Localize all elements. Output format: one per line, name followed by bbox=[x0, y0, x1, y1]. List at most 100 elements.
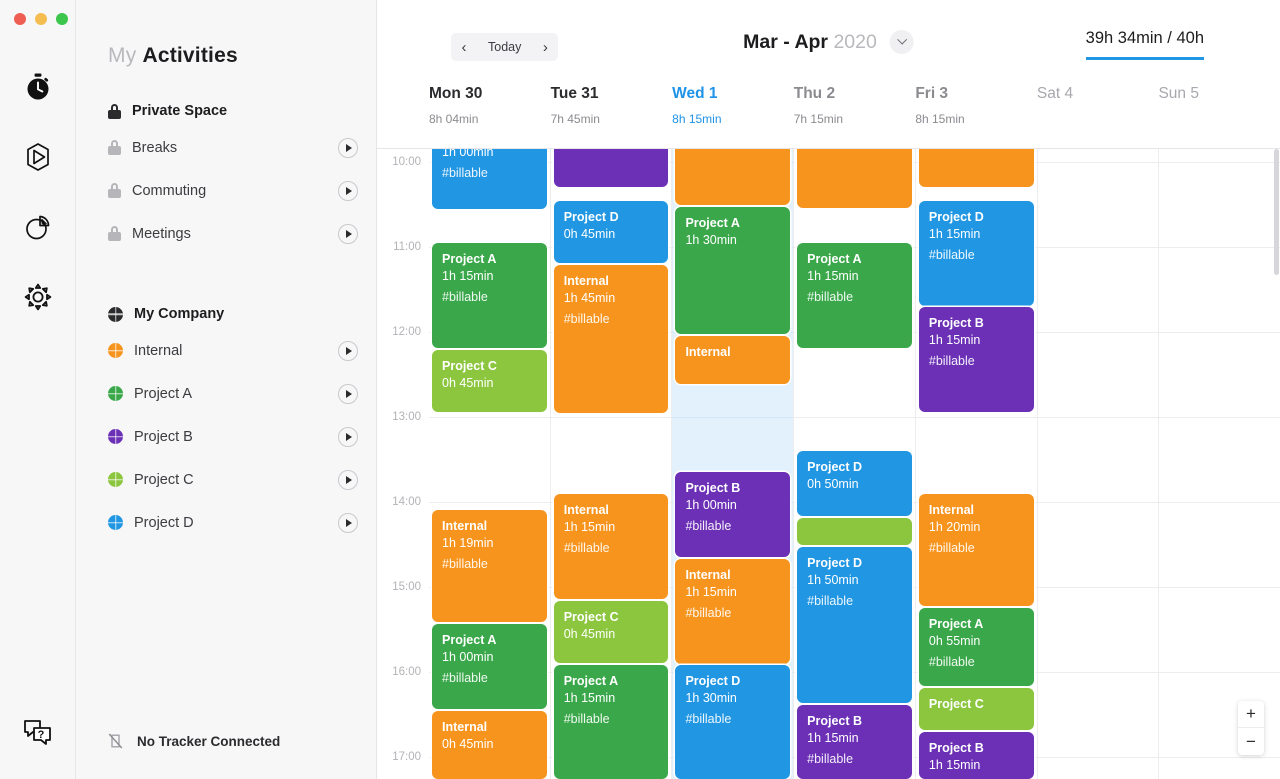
chevron-down-icon[interactable] bbox=[889, 30, 914, 54]
sidebar-item-meetings[interactable]: Meetings bbox=[76, 212, 376, 255]
sidebar-item-label: Project A bbox=[134, 385, 193, 402]
play-icon[interactable] bbox=[338, 383, 358, 404]
sidebar-group-private-space[interactable]: Private Space bbox=[76, 96, 376, 126]
play-icon[interactable] bbox=[338, 340, 358, 361]
calendar-event[interactable]: Internal 1h 15min #billable bbox=[675, 559, 791, 664]
calendar-event[interactable]: Project A 1h 15min #billable bbox=[553, 665, 669, 779]
calendar-event[interactable]: Project B 1h 15min #billable bbox=[918, 307, 1034, 412]
day-column-tue-31[interactable]: Project D 0h 45min Internal 1h 45min #billab… bbox=[550, 149, 673, 779]
event-tag: #billable bbox=[685, 519, 732, 533]
vertical-scrollbar[interactable] bbox=[1274, 149, 1279, 275]
calendar-event[interactable]: Project C 0h 45min bbox=[553, 601, 669, 663]
event-title: Project A bbox=[442, 252, 497, 266]
time-tick: 14:00 bbox=[392, 496, 421, 508]
time-tick: 13:00 bbox=[392, 411, 421, 423]
today-button[interactable]: Today bbox=[477, 33, 532, 61]
calendar-event[interactable]: Project C 0h 45min bbox=[432, 350, 547, 412]
calendar-event[interactable]: Project B 1h 15min bbox=[918, 732, 1034, 779]
sidebar-item-internal[interactable]: Internal bbox=[76, 329, 376, 372]
day-column-sat-4[interactable] bbox=[1037, 149, 1160, 779]
day-column-thu-2[interactable]: Project A 1h 15min #billable Project D 0h 50… bbox=[794, 149, 916, 779]
calendar-event[interactable]: Internal 1h 20min #billable bbox=[918, 494, 1034, 606]
calendar-event[interactable]: #billable bbox=[675, 149, 791, 205]
zoom-in-button[interactable]: + bbox=[1238, 701, 1264, 728]
next-week-button[interactable]: › bbox=[532, 33, 558, 61]
play-icon[interactable] bbox=[338, 426, 358, 447]
calendar-event[interactable]: Project D 1h 50min #billable bbox=[797, 547, 912, 703]
day-column-sun-5[interactable] bbox=[1159, 149, 1280, 779]
rail-item-settings[interactable] bbox=[14, 273, 62, 321]
sidebar-item-project-a[interactable]: Project A bbox=[76, 372, 376, 415]
globe-icon bbox=[108, 306, 123, 322]
calendar-event[interactable] bbox=[553, 149, 669, 187]
day-header-wed[interactable]: Wed 1 8h 15min bbox=[672, 75, 794, 148]
calendar-event[interactable]: Project A 1h 30min bbox=[675, 207, 791, 334]
day-header-thu[interactable]: Thu 2 7h 15min bbox=[794, 75, 916, 148]
date-nav-group: ‹ Today › bbox=[451, 33, 559, 61]
event-duration: 1h 15min bbox=[928, 333, 981, 347]
close-window-button[interactable] bbox=[14, 13, 26, 25]
calendar-event[interactable]: Project D 0h 50min bbox=[797, 451, 912, 516]
week-total-hours[interactable]: 39h 34min / 40h bbox=[1085, 29, 1204, 60]
calendar-event[interactable]: Internal 0h 45min bbox=[432, 711, 547, 779]
sidebar-item-breaks[interactable]: Breaks bbox=[76, 126, 376, 169]
hour-gridline bbox=[1159, 502, 1280, 503]
calendar-event[interactable]: Project A 1h 00min #billable bbox=[432, 624, 547, 709]
calendar-event[interactable]: Project A 0h 55min #billable bbox=[918, 608, 1034, 686]
calendar-event[interactable]: Internal 1h 19min #billable bbox=[432, 510, 547, 622]
prev-week-button[interactable]: ‹ bbox=[451, 33, 477, 61]
play-icon[interactable] bbox=[338, 137, 358, 158]
calendar-event[interactable]: Project C bbox=[918, 688, 1034, 730]
event-duration: 0h 50min bbox=[807, 477, 859, 491]
rail-item-timer[interactable] bbox=[14, 63, 62, 111]
sidebar-item-project-c[interactable]: Project C bbox=[76, 458, 376, 501]
calendar-event[interactable] bbox=[797, 149, 912, 208]
day-duration: 8h 04min bbox=[429, 112, 479, 126]
rail-item-activities[interactable] bbox=[14, 133, 62, 181]
calendar-event[interactable]: Project A 1h 15min #billable bbox=[797, 243, 912, 348]
date-range[interactable]: Mar - Apr 2020 bbox=[743, 30, 914, 54]
calendar-event[interactable]: Internal bbox=[675, 336, 791, 384]
time-tick: 15:00 bbox=[392, 581, 421, 593]
calendar-event[interactable]: Project D 0h 45min bbox=[553, 201, 669, 263]
help-chat-button[interactable]: ? bbox=[14, 709, 62, 757]
day-header-sun[interactable]: Sun 5 bbox=[1158, 75, 1280, 148]
day-header-sat[interactable]: Sat 4 bbox=[1037, 75, 1159, 148]
calendar-event[interactable] bbox=[918, 149, 1034, 187]
minimize-window-button[interactable] bbox=[35, 13, 47, 25]
zoom-out-button[interactable]: − bbox=[1238, 728, 1264, 755]
play-icon[interactable] bbox=[338, 180, 358, 201]
hour-gridline bbox=[1037, 162, 1159, 163]
sidebar-item-commuting[interactable]: Commuting bbox=[76, 169, 376, 212]
rail-item-reports[interactable] bbox=[14, 203, 62, 251]
day-column-mon-30[interactable]: Project D1h 00min#billable Project A1h 15… bbox=[429, 149, 551, 779]
maximize-window-button[interactable] bbox=[56, 13, 68, 25]
play-icon[interactable] bbox=[338, 223, 358, 244]
day-header-tue[interactable]: Tue 31 7h 45min bbox=[551, 75, 673, 148]
help-chat-icon: ? bbox=[24, 720, 51, 745]
day-column-wed-1[interactable]: #billable Project A 1h 30min Internal Projec… bbox=[672, 149, 795, 779]
calendar-event[interactable]: Project B 1h 00min #billable bbox=[675, 472, 791, 557]
calendar-event[interactable]: Project A 1h 15min #billable bbox=[432, 243, 547, 348]
sidebar-item-project-b[interactable]: Project B bbox=[76, 415, 376, 458]
day-column-fri-3[interactable]: Project D 1h 15min #billable Project B 1h 15… bbox=[915, 149, 1038, 779]
calendar-event[interactable]: Project D 1h 30min #billable bbox=[675, 665, 791, 779]
calendar-grid[interactable]: Project D 1h 00min #billable Project A 1h 15… bbox=[377, 149, 1280, 779]
play-icon[interactable] bbox=[338, 469, 358, 490]
event-duration: 1h 30min bbox=[685, 233, 737, 247]
day-header-fri[interactable]: Fri 3 8h 15min bbox=[915, 75, 1037, 148]
day-name: Thu 2 bbox=[793, 85, 836, 102]
tracker-status[interactable]: No Tracker Connected bbox=[108, 733, 280, 749]
play-icon[interactable] bbox=[338, 512, 358, 533]
calendar-event[interactable] bbox=[797, 518, 912, 545]
calendar-event[interactable]: Project D 1h 15min #billable bbox=[918, 201, 1034, 306]
sidebar-group-my-company[interactable]: My Company bbox=[76, 299, 376, 329]
event-title: Project D bbox=[928, 210, 984, 224]
sidebar-item-project-d[interactable]: Project D bbox=[76, 501, 376, 544]
event-duration: 1h 45min bbox=[563, 291, 616, 305]
calendar-event[interactable]: Project D1h 00min#billable bbox=[432, 149, 547, 209]
calendar-event[interactable]: Internal 1h 45min #billable bbox=[553, 265, 669, 413]
calendar-event[interactable]: Internal 1h 15min #billable bbox=[553, 494, 669, 599]
calendar-event[interactable]: Project B 1h 15min #billable bbox=[797, 705, 912, 779]
day-header-mon[interactable]: Mon 30 8h 04min bbox=[429, 75, 551, 148]
